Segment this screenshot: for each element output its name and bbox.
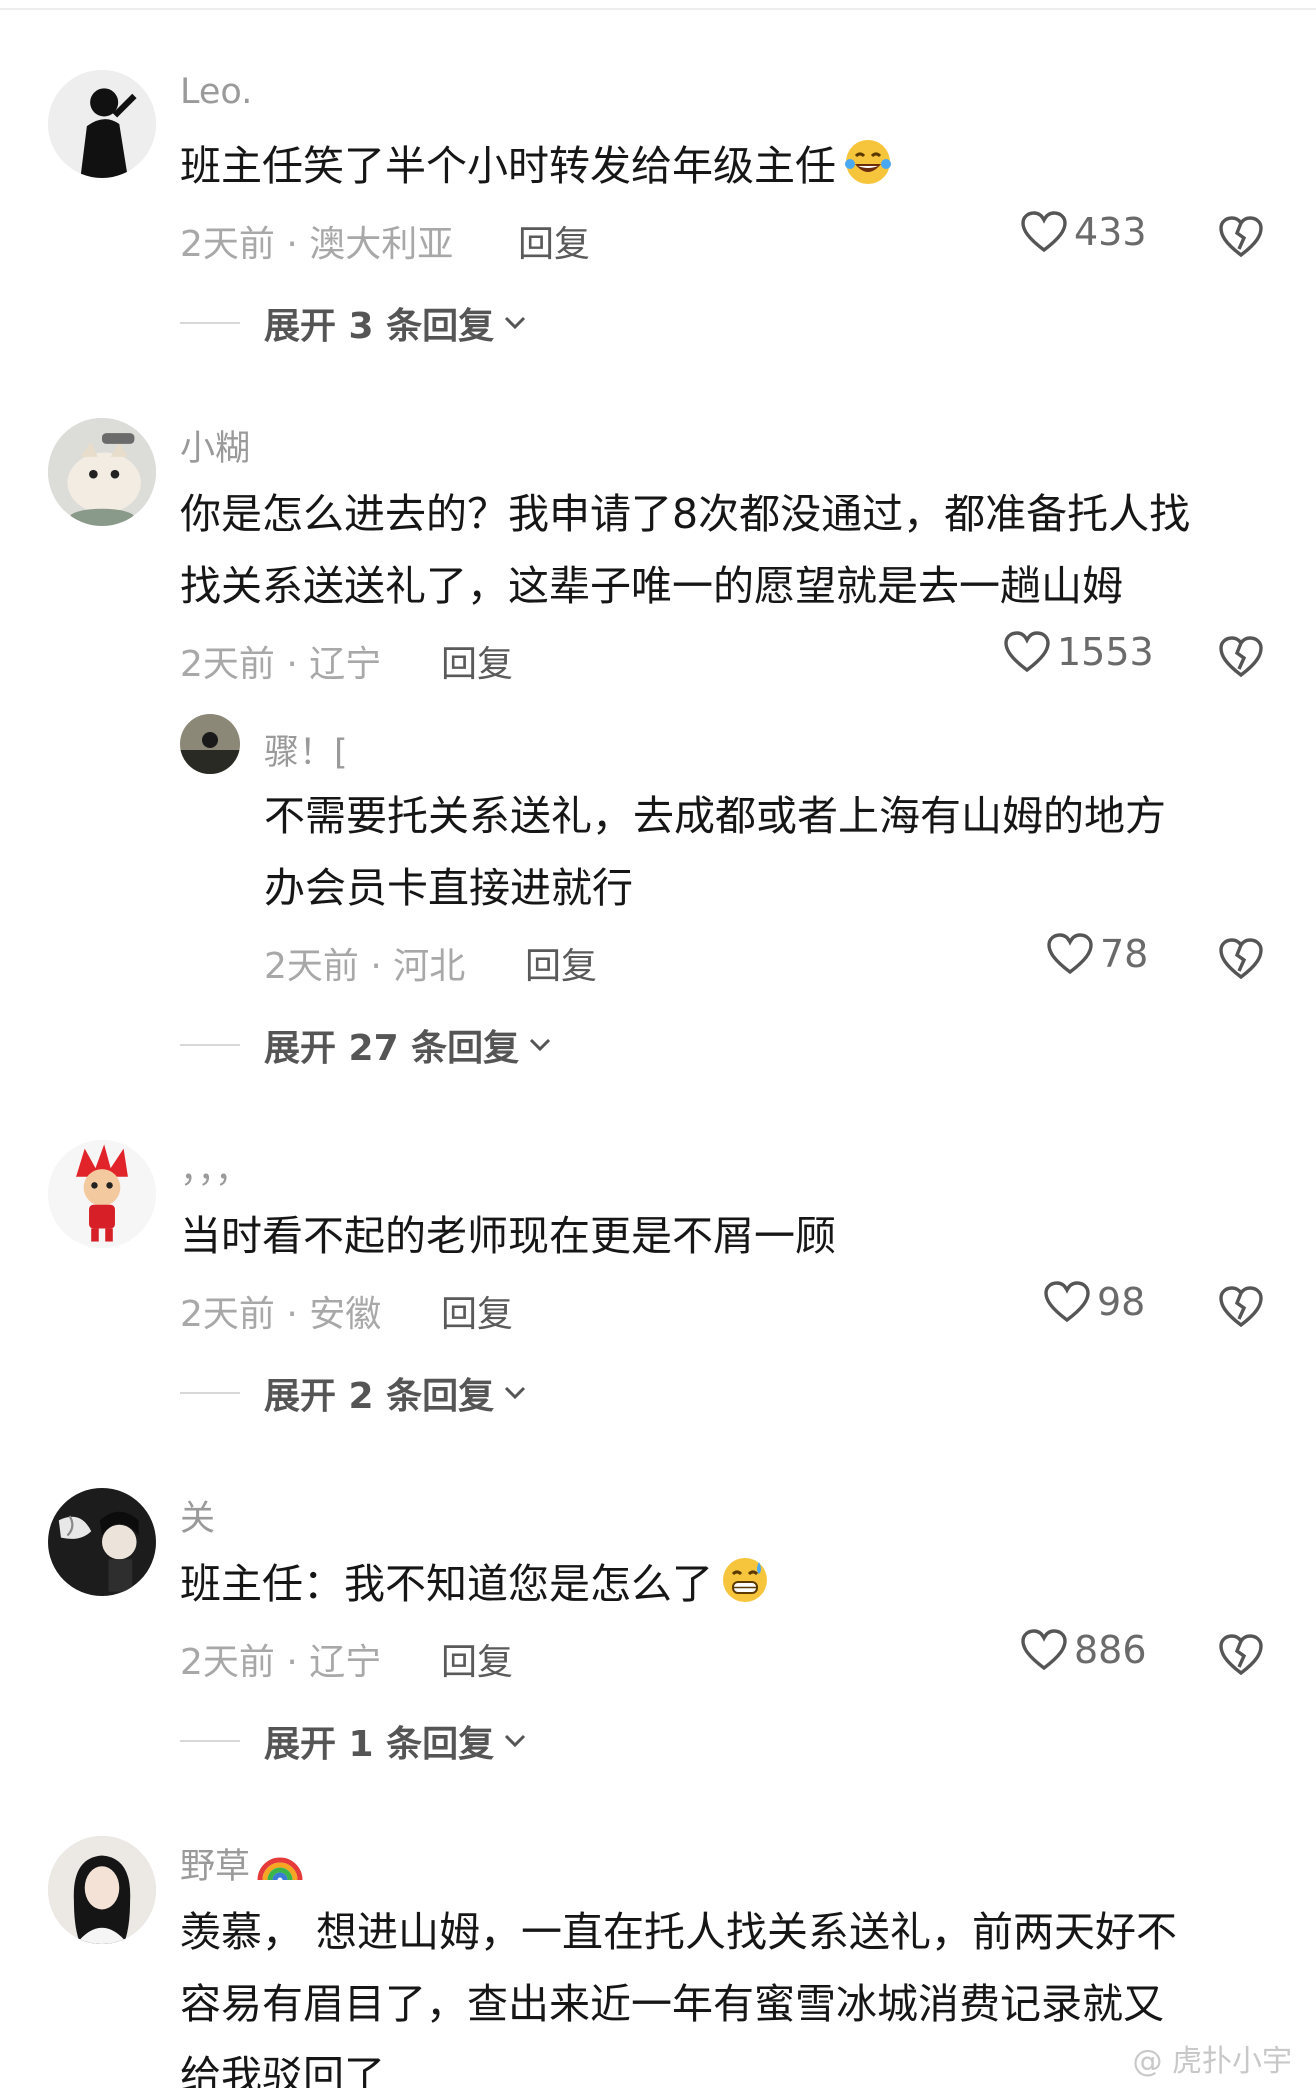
comment-text-line: 当时看不起的老师现在更是不屑一顾 bbox=[180, 1212, 836, 1260]
comment-time-location: 2天前 · 辽宁 bbox=[180, 644, 382, 685]
avatar-portrait-icon bbox=[48, 1836, 156, 1944]
reply-button[interactable]: 回复 bbox=[525, 937, 597, 989]
like-button[interactable]: 886 bbox=[1020, 1628, 1147, 1672]
avatar[interactable] bbox=[180, 714, 240, 774]
reply-button[interactable]: 回复 bbox=[441, 1633, 513, 1685]
expand-divider bbox=[180, 1740, 240, 1742]
expand-divider bbox=[180, 322, 240, 324]
broken-heart-icon[interactable] bbox=[1218, 1283, 1264, 1329]
heart-icon bbox=[1044, 1281, 1090, 1323]
comment-username[interactable]: 关 bbox=[180, 1490, 215, 1541]
chevron-down-icon bbox=[505, 1386, 526, 1400]
chevron-down-icon bbox=[505, 316, 526, 330]
expand-replies-button[interactable]: 展开 2 条回复 bbox=[180, 1367, 526, 1419]
avatar[interactable] bbox=[48, 1140, 156, 1248]
broken-heart-icon[interactable] bbox=[1218, 633, 1264, 679]
comment-content: 当时看不起的老师现在更是不屑一顾 bbox=[180, 1200, 836, 1272]
like-count: 78 bbox=[1100, 932, 1149, 976]
comment-time-location: 2天前 · 辽宁 bbox=[180, 1642, 382, 1683]
like-count: 886 bbox=[1074, 1628, 1147, 1672]
chevron-down-icon bbox=[505, 1734, 526, 1748]
expand-replies-label: 展开 3 条回复 bbox=[264, 306, 495, 347]
comment-text-line: 你是怎么进去的？我申请了8次都没通过，都准备托人找 bbox=[180, 490, 1191, 538]
comment-text-line: 班主任：我不知道您是怎么了 bbox=[180, 1560, 713, 1608]
expand-replies-button[interactable]: 展开 27 条回复 bbox=[180, 1019, 551, 1071]
expand-divider bbox=[180, 1392, 240, 1394]
avatar-cartoon-icon bbox=[48, 1140, 156, 1248]
like-count: 1553 bbox=[1057, 630, 1154, 674]
watermark: @ 虎扑小宇 bbox=[1132, 2044, 1292, 2079]
comment-time-location: 2天前 · 澳大利亚 bbox=[180, 224, 454, 265]
comment-username-text: 野草 bbox=[180, 1847, 251, 1887]
heart-icon bbox=[1021, 211, 1067, 253]
comment-username[interactable]: Leo. bbox=[180, 72, 252, 112]
comment-content: 班主任笑了半个小时转发给年级主任 bbox=[180, 130, 894, 202]
expand-replies-button[interactable]: 展开 3 条回复 bbox=[180, 297, 526, 349]
avatar-dark-art-icon bbox=[48, 1488, 156, 1596]
comment-content: 班主任：我不知道您是怎么了 bbox=[180, 1548, 771, 1620]
broken-heart-icon[interactable] bbox=[1218, 935, 1264, 981]
reply-button[interactable]: 回复 bbox=[441, 635, 513, 687]
like-count: 433 bbox=[1074, 210, 1147, 254]
reply-text-line: 办会员卡直接进就行 bbox=[264, 864, 633, 912]
heart-icon bbox=[1004, 631, 1050, 673]
reply-time-location: 2天前 · 河北 bbox=[264, 946, 466, 987]
avatar[interactable] bbox=[48, 70, 156, 178]
reply-username[interactable]: 骤！[ bbox=[264, 724, 348, 775]
expand-replies-label: 展开 1 条回复 bbox=[264, 1724, 495, 1765]
face-with-tears-of-joy-icon bbox=[845, 140, 891, 184]
comment-text-line: 班主任笑了半个小时转发给年级主任 bbox=[180, 142, 836, 190]
rainbow-icon bbox=[257, 1857, 303, 1881]
chevron-down-icon bbox=[530, 1038, 551, 1052]
expand-replies-label: 展开 27 条回复 bbox=[264, 1028, 520, 1069]
avatar[interactable] bbox=[48, 418, 156, 526]
reply-content: 不需要托关系送礼，去成都或者上海有山姆的地方 办会员卡直接进就行 bbox=[264, 780, 1166, 924]
like-button[interactable]: 78 bbox=[1046, 932, 1148, 976]
heart-icon bbox=[1047, 933, 1093, 975]
broken-heart-icon[interactable] bbox=[1218, 213, 1264, 259]
broken-heart-icon[interactable] bbox=[1218, 1631, 1264, 1677]
like-button[interactable]: 98 bbox=[1043, 1280, 1145, 1324]
comment-text-line: 给我驳回了 bbox=[180, 2052, 385, 2088]
avatar[interactable] bbox=[48, 1488, 156, 1596]
reply-text-line: 不需要托关系送礼，去成都或者上海有山姆的地方 bbox=[264, 792, 1166, 840]
expand-replies-button[interactable]: 展开 1 条回复 bbox=[180, 1715, 526, 1767]
comment-content: 羡慕， 想进山姆，一直在托人找关系送礼，前两天好不 容易有眉目了，查出来近一年有… bbox=[180, 1896, 1177, 2088]
reply-button[interactable]: 回复 bbox=[441, 1285, 513, 1337]
avatar-silhouette-icon bbox=[48, 70, 156, 178]
comment-page: Leo. 班主任笑了半个小时转发给年级主任 2天前 · 澳大利亚 回复 433 … bbox=[0, 0, 1316, 2088]
top-divider bbox=[0, 0, 1316, 10]
like-button[interactable]: 1553 bbox=[1003, 630, 1154, 674]
heart-icon bbox=[1021, 1629, 1067, 1671]
comment-text-line: 找关系送送礼了，这辈子唯一的愿望就是去一趟山姆 bbox=[180, 562, 1123, 610]
avatar-dark-icon bbox=[180, 714, 240, 774]
grinning-face-with-sweat-icon bbox=[723, 1558, 767, 1602]
comment-username[interactable]: 野草 bbox=[180, 1838, 304, 1889]
comment-username[interactable]: ，，， bbox=[180, 1142, 250, 1193]
avatar[interactable] bbox=[48, 1836, 156, 1944]
comment-username[interactable]: 小糊 bbox=[180, 420, 250, 471]
comment-text-line: 羡慕， 想进山姆，一直在托人找关系送礼，前两天好不 bbox=[180, 1908, 1178, 1956]
like-count: 98 bbox=[1097, 1280, 1146, 1324]
comment-content: 你是怎么进去的？我申请了8次都没通过，都准备托人找 找关系送送礼了，这辈子唯一的… bbox=[180, 478, 1190, 622]
like-button[interactable]: 433 bbox=[1020, 210, 1147, 254]
expand-replies-label: 展开 2 条回复 bbox=[264, 1376, 495, 1417]
comment-time-location: 2天前 · 安徽 bbox=[180, 1294, 382, 1335]
reply-button[interactable]: 回复 bbox=[518, 215, 590, 267]
comment-text-line: 容易有眉目了，查出来近一年有蜜雪冰城消费记录就又 bbox=[180, 1980, 1164, 2028]
expand-divider bbox=[180, 1044, 240, 1046]
avatar-cat-icon bbox=[48, 418, 156, 526]
